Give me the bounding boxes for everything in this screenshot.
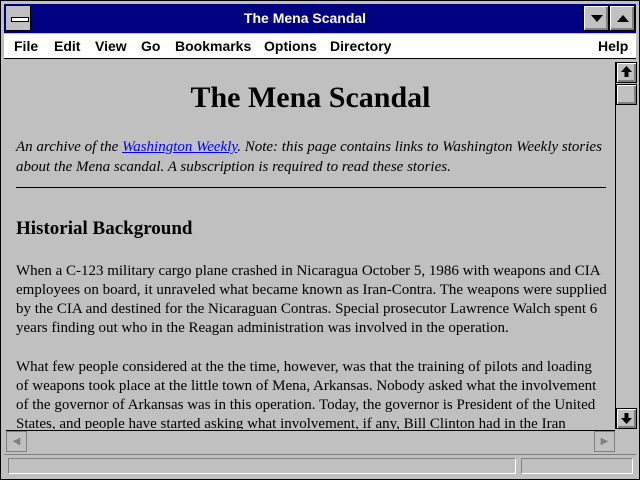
scroll-up-button[interactable] bbox=[616, 62, 637, 83]
menu-file[interactable]: File bbox=[14, 38, 38, 54]
washington-weekly-link[interactable]: Washington Weekly bbox=[122, 139, 237, 155]
page-content: The Mena Scandal An archive of the Washi… bbox=[6, 62, 615, 429]
scroll-thumb[interactable] bbox=[616, 84, 637, 105]
scroll-left-arrow-icon: ◀ bbox=[12, 436, 21, 447]
intro-text: An archive of the Washington Weekly. Not… bbox=[16, 137, 608, 177]
system-menu-button[interactable] bbox=[5, 5, 31, 31]
horizontal-scrollbar[interactable]: ◀ ▶ bbox=[6, 430, 615, 452]
section-heading: Historial Background bbox=[16, 218, 193, 239]
scroll-down-arrow-icon bbox=[621, 413, 632, 424]
paragraph-2: What few people considered at the the ti… bbox=[16, 359, 597, 429]
minimize-arrow-icon bbox=[591, 15, 603, 22]
horizontal-rule bbox=[16, 187, 606, 188]
menu-bar: File Edit View Go Bookmarks Options Dire… bbox=[4, 34, 636, 59]
window-title: The Mena Scandal bbox=[243, 10, 367, 26]
system-menu-icon bbox=[11, 17, 29, 22]
menu-help[interactable]: Help bbox=[598, 38, 628, 54]
maximize-button[interactable] bbox=[609, 5, 635, 31]
scroll-up-arrow-icon bbox=[621, 66, 632, 77]
menu-edit[interactable]: Edit bbox=[54, 38, 80, 54]
vertical-scrollbar[interactable] bbox=[615, 62, 637, 429]
maximize-arrow-icon bbox=[617, 15, 629, 22]
scroll-right-arrow-icon: ▶ bbox=[600, 436, 609, 447]
scroll-left-button[interactable]: ◀ bbox=[6, 431, 27, 452]
menu-view[interactable]: View bbox=[95, 38, 127, 54]
menu-bookmarks[interactable]: Bookmarks bbox=[175, 38, 251, 54]
status-text-panel bbox=[8, 458, 516, 474]
page-heading: The Mena Scandal bbox=[190, 81, 431, 114]
browser-window: The Mena Scandal File Edit View Go Bookm… bbox=[0, 0, 640, 480]
scrollbar-corner bbox=[615, 430, 637, 452]
title-bar[interactable]: The Mena Scandal bbox=[4, 4, 636, 33]
progress-panel bbox=[521, 458, 633, 474]
menu-options[interactable]: Options bbox=[264, 38, 317, 54]
status-bar bbox=[4, 454, 636, 477]
scroll-down-button[interactable] bbox=[616, 408, 637, 429]
scroll-right-button[interactable]: ▶ bbox=[594, 431, 615, 452]
menu-directory[interactable]: Directory bbox=[330, 38, 391, 54]
intro-text-start: An archive of the bbox=[16, 139, 123, 155]
paragraph-1: When a C-123 military cargo plane crashe… bbox=[16, 263, 607, 336]
minimize-button[interactable] bbox=[583, 5, 609, 31]
menu-go[interactable]: Go bbox=[141, 38, 160, 54]
